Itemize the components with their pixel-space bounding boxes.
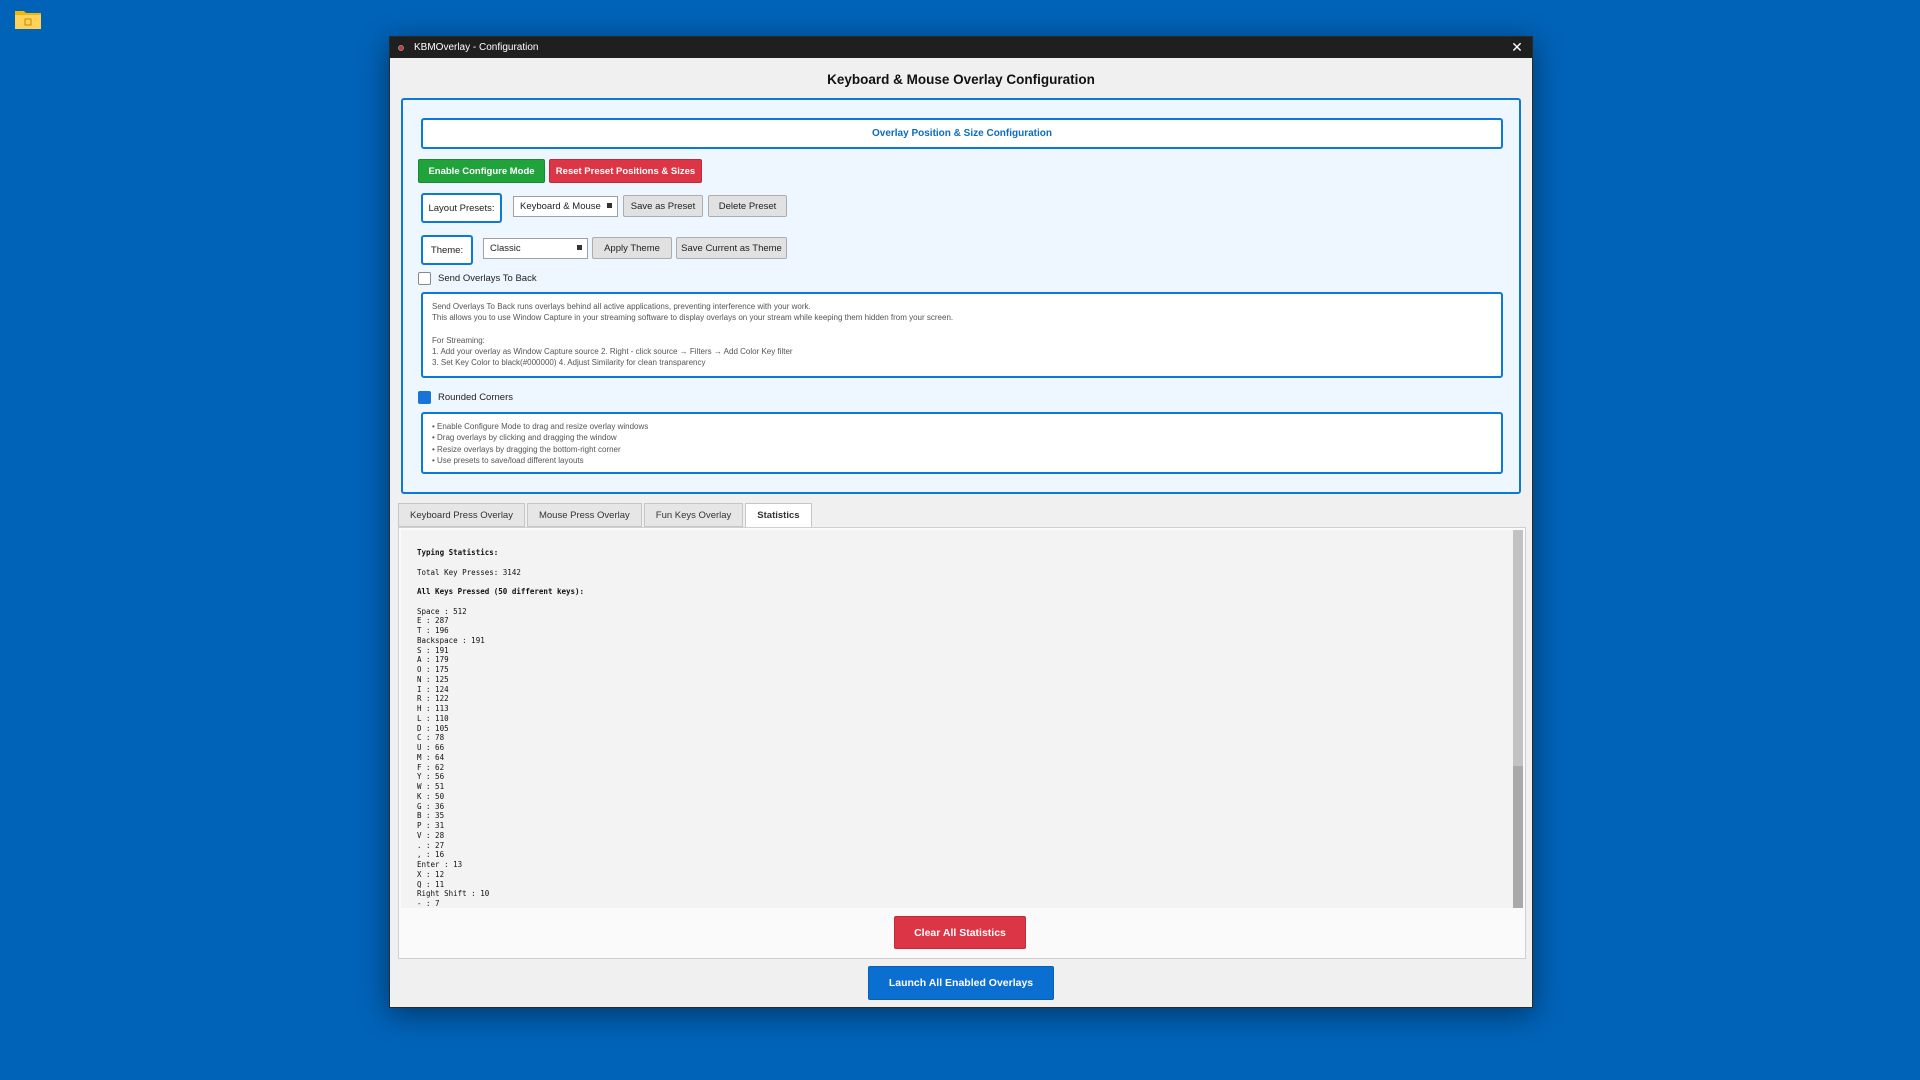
layout-presets-label: Layout Presets:: [421, 193, 502, 223]
key-stat-line: B : 35: [417, 811, 445, 821]
configure-tips: • Enable Configure Mode to drag and resi…: [421, 412, 1503, 474]
reset-preset-positions-button[interactable]: Reset Preset Positions & Sizes: [549, 159, 702, 183]
key-stat-line: M : 64: [417, 752, 445, 762]
key-stat-line: K : 50: [417, 791, 445, 801]
key-stat-line: Backspace : 191: [417, 635, 485, 645]
send-to-back-info: Send Overlays To Back runs overlays behi…: [421, 292, 1503, 378]
config-window: KBMOverlay - Configuration ✕ Keyboard & …: [389, 36, 1533, 1008]
key-stat-line: , : 16: [417, 850, 445, 860]
key-list: Space : 512 E : 287 T : 196 Backspace : 191…: [417, 607, 1497, 909]
window-title: KBMOverlay - Configuration: [414, 42, 539, 53]
clear-all-statistics-button[interactable]: Clear All Statistics: [894, 916, 1026, 949]
key-stat-line: P : 31: [417, 821, 445, 830]
key-stat-line: X : 12: [417, 869, 445, 879]
key-stat-line: Right Shift : 10: [417, 889, 490, 899]
close-icon[interactable]: ✕: [1510, 40, 1524, 54]
info-line: 3. Set Key Color to black(#000000) 4. Ad…: [432, 358, 706, 368]
title-bar[interactable]: KBMOverlay - Configuration ✕: [390, 37, 1532, 58]
key-stat-line: N : 125: [417, 674, 449, 684]
vertical-scrollbar[interactable]: [1513, 530, 1523, 908]
key-stat-line: E : 287: [417, 616, 449, 626]
key-stat-line: H : 113: [417, 704, 449, 713]
tip-line: • Drag overlays by clicking and dragging…: [432, 433, 617, 443]
rounded-corners-checkbox[interactable]: [418, 391, 431, 404]
tip-line: • Enable Configure Mode to drag and resi…: [432, 422, 649, 431]
tab-mouse-press-overlay[interactable]: Mouse Press Overlay: [526, 503, 642, 527]
rounded-corners-row[interactable]: Rounded Corners: [418, 391, 513, 404]
app-icon: [398, 44, 404, 51]
theme-label: Theme:: [421, 235, 473, 265]
save-current-theme-button[interactable]: Save Current as Theme: [676, 237, 787, 259]
info-line: For Streaming:: [432, 335, 485, 345]
send-to-back-label: Send Overlays To Back: [438, 273, 537, 284]
theme-value: Classic: [490, 243, 521, 254]
key-stat-line: S : 191: [417, 645, 449, 655]
tip-line: • Resize overlays by dragging the bottom…: [432, 444, 621, 454]
enable-configure-mode-button[interactable]: Enable Configure Mode: [418, 159, 545, 183]
key-stat-line: Q : 11: [417, 879, 445, 889]
send-to-back-checkbox[interactable]: [418, 272, 431, 285]
launch-overlays-button[interactable]: Launch All Enabled Overlays: [868, 966, 1054, 1000]
section-header: Overlay Position & Size Configuration: [421, 118, 1503, 149]
tab-bar: Keyboard Press Overlay Mouse Press Overla…: [398, 503, 814, 528]
tab-statistics[interactable]: Statistics: [745, 503, 812, 528]
rounded-corners-label: Rounded Corners: [438, 392, 513, 403]
typing-statistics-heading: Typing Statistics:: [417, 548, 499, 557]
info-line: 1. Add your overlay as Window Capture so…: [432, 347, 793, 357]
key-stat-line: L : 110: [417, 713, 449, 723]
scrollbar-thumb[interactable]: [1513, 766, 1523, 908]
key-stat-line: Enter : 13: [417, 860, 463, 869]
key-stat-line: F : 62: [417, 762, 445, 772]
delete-preset-button[interactable]: Delete Preset: [708, 195, 787, 217]
statistics-panel: Typing Statistics: Total Key Presses: 31…: [398, 527, 1526, 959]
page-title: Keyboard & Mouse Overlay Configuration: [827, 72, 1095, 87]
key-stat-line: D : 105: [417, 723, 449, 733]
theme-select[interactable]: Classic: [483, 238, 588, 259]
info-line: [432, 324, 1492, 335]
tip-line: • Use presets to save/load different lay…: [432, 455, 584, 465]
key-stat-line: W : 51: [417, 782, 445, 791]
key-stat-line: Space : 512: [417, 606, 467, 616]
layout-preset-value: Keyboard & Mouse: [520, 201, 601, 212]
key-stat-line: T : 196: [417, 626, 449, 635]
key-stat-line: R : 122: [417, 694, 449, 704]
layout-preset-select[interactable]: Keyboard & Mouse: [513, 196, 618, 217]
key-stat-line: Y : 56: [417, 772, 445, 782]
key-stat-line: A : 179: [417, 655, 449, 665]
all-keys-heading: All Keys Pressed (50 different keys):: [417, 587, 585, 596]
apply-theme-button[interactable]: Apply Theme: [592, 237, 672, 259]
folder-icon[interactable]: [14, 8, 42, 30]
info-line: This allows you to use Window Capture in…: [432, 313, 954, 323]
dropdown-arrow-icon: [607, 203, 612, 208]
save-as-preset-button[interactable]: Save as Preset: [623, 195, 703, 217]
send-to-back-row[interactable]: Send Overlays To Back: [418, 272, 537, 285]
dropdown-arrow-icon: [577, 245, 582, 250]
tab-keyboard-press-overlay[interactable]: Keyboard Press Overlay: [398, 503, 525, 527]
key-stat-line: - : 7: [417, 899, 440, 908]
tab-fun-keys-overlay[interactable]: Fun Keys Overlay: [643, 503, 744, 527]
key-stat-line: I : 124: [417, 684, 449, 694]
key-stat-line: G : 36: [417, 801, 445, 811]
key-stat-line: U : 66: [417, 743, 445, 752]
key-stat-line: C : 78: [417, 733, 445, 743]
key-stat-line: O : 175: [417, 665, 449, 674]
key-stat-line: . : 27: [417, 840, 445, 850]
overlay-config-panel: Overlay Position & Size Configuration En…: [401, 98, 1521, 494]
key-stat-line: V : 28: [417, 830, 445, 840]
scrollbar-track-upper[interactable]: [1513, 530, 1523, 766]
total-key-presses: Total Key Presses: 3142: [417, 567, 521, 577]
info-line: Send Overlays To Back runs overlays behi…: [432, 302, 811, 311]
statistics-text[interactable]: Typing Statistics: Total Key Presses: 31…: [401, 530, 1513, 908]
